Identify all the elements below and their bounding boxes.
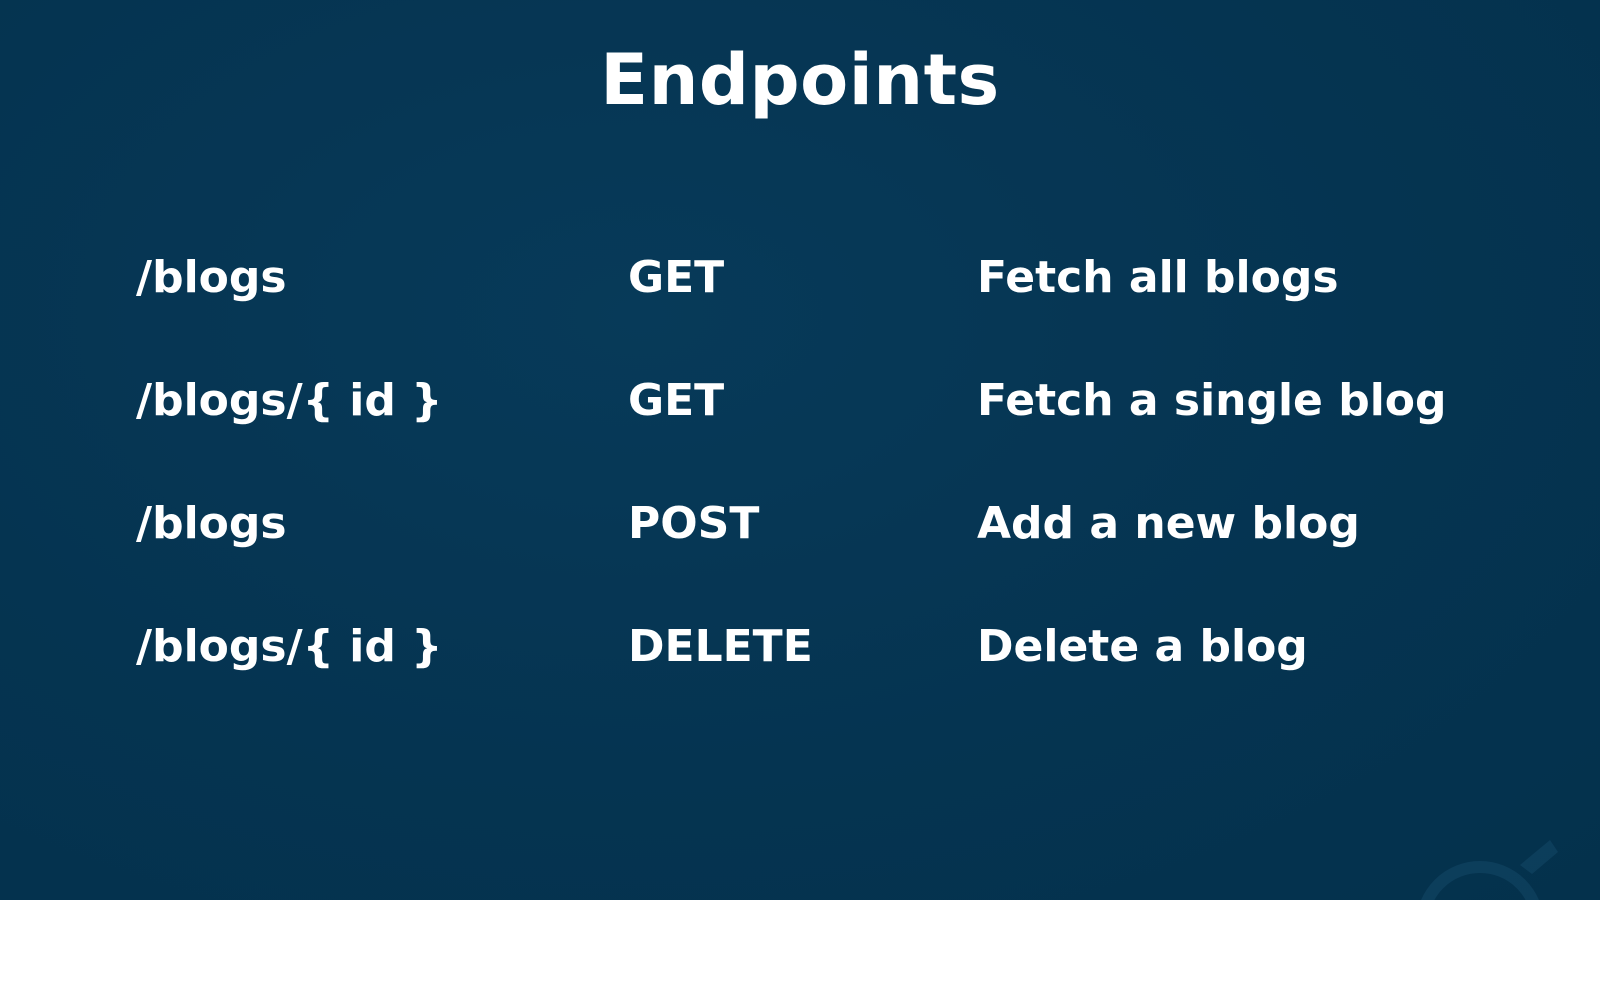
- endpoint-path: /blogs: [136, 498, 287, 549]
- endpoint-path: /blogs/{ id }: [136, 375, 443, 426]
- endpoint-description: Add a new blog: [977, 498, 1360, 549]
- endpoint-table: /blogs GET Fetch all blogs /blogs/{ id }…: [136, 242, 1447, 734]
- endpoint-path: /blogs/{ id }: [136, 621, 443, 672]
- endpoint-method: DELETE: [628, 621, 813, 672]
- endpoint-path: /blogs: [136, 252, 287, 303]
- endpoint-description: Fetch all blogs: [977, 252, 1339, 303]
- endpoint-description: Fetch a single blog: [977, 375, 1447, 426]
- endpoint-method: GET: [628, 252, 725, 303]
- endpoint-row: /blogs/{ id } GET Fetch a single blog: [136, 365, 1447, 488]
- endpoint-row: /blogs POST Add a new blog: [136, 488, 1436, 611]
- endpoint-row: /blogs GET Fetch all blogs: [136, 242, 1436, 365]
- endpoint-description: Delete a blog: [977, 621, 1308, 672]
- endpoint-method: GET: [628, 375, 725, 426]
- ninja-logo-icon: [1421, 840, 1558, 900]
- endpoint-row: /blogs/{ id } DELETE Delete a blog: [136, 611, 1436, 734]
- slide-title: Endpoints: [600, 39, 1000, 121]
- endpoint-method: POST: [628, 498, 760, 549]
- slide: Endpoints /blogs GET Fetch all blogs /bl…: [0, 0, 1600, 900]
- bottom-strip: [0, 900, 1600, 990]
